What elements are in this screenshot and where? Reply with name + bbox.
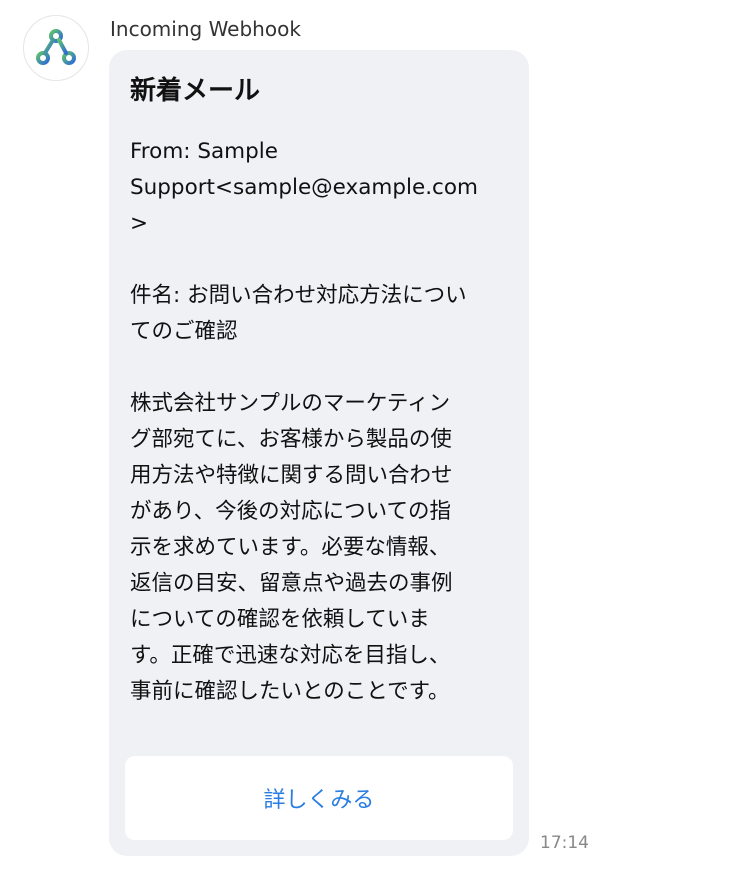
message-timestamp: 17:14 [540,833,589,853]
sender-avatar[interactable] [23,15,89,81]
webhook-icon [36,29,76,65]
message-card: 新着メール From: Sample Support<sample@exampl… [109,50,529,856]
card-title: 新着メール [130,76,261,106]
details-button[interactable]: 詳しくみる [125,756,513,840]
card-body: From: Sample Support<sample@example.com … [130,139,478,704]
sender-name[interactable]: Incoming Webhook [110,16,301,42]
